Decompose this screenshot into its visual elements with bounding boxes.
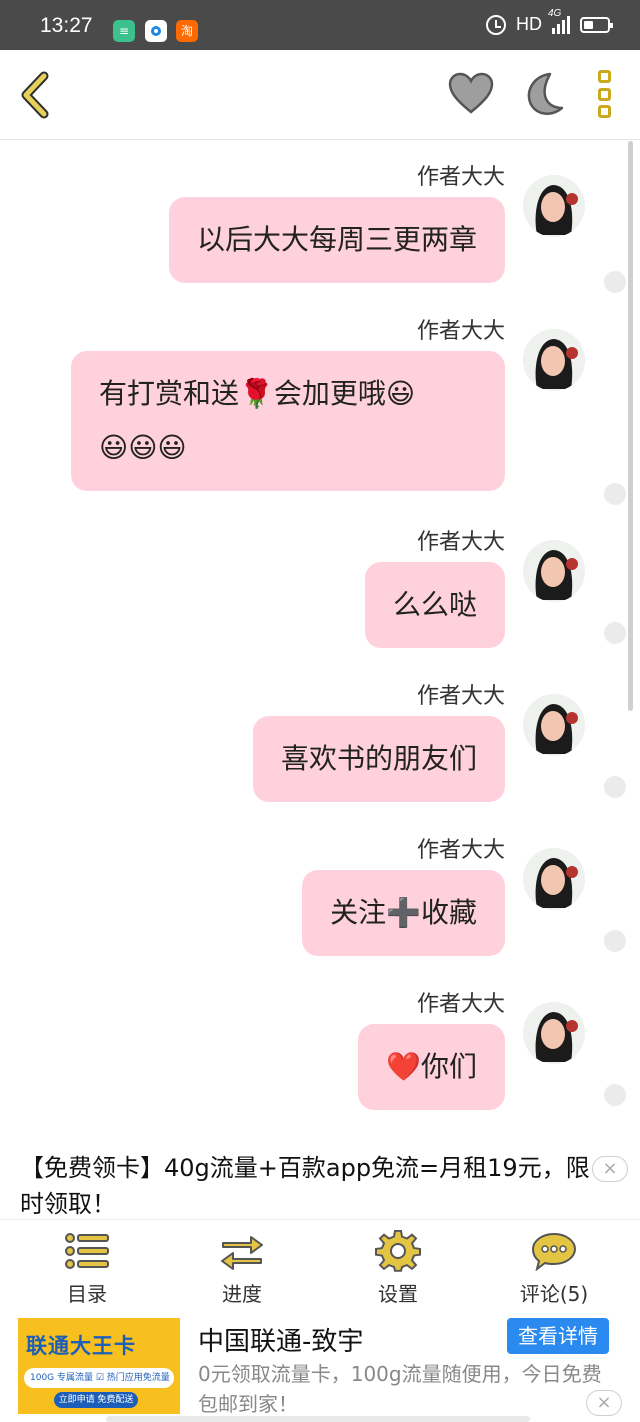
message-bubble[interactable]: 关注➕收藏 bbox=[302, 870, 505, 956]
bottom-ad-close-button[interactable]: × bbox=[586, 1390, 622, 1416]
ad-close-button[interactable]: × bbox=[592, 1156, 628, 1182]
message-bubble[interactable]: 喜欢书的朋友们 bbox=[252, 716, 505, 802]
app-notification-icon: ≡ bbox=[113, 20, 135, 42]
reader-top-nav bbox=[0, 50, 640, 140]
message-author: 作者大大 bbox=[416, 992, 505, 1017]
signal-icon: 4G bbox=[548, 8, 570, 34]
catalog-icon bbox=[65, 1233, 109, 1269]
read-status-dot bbox=[604, 271, 626, 293]
alarm-icon bbox=[486, 14, 506, 35]
progress-icon bbox=[221, 1236, 263, 1270]
settings-icon bbox=[375, 1229, 421, 1272]
home-indicator bbox=[106, 1416, 530, 1422]
toolbar-comment-label: 评论(5) bbox=[519, 1282, 589, 1306]
read-status-dot bbox=[604, 483, 626, 505]
message-author: 作者大大 bbox=[416, 530, 505, 555]
ad-image-title: 联通大王卡 bbox=[26, 1334, 136, 1358]
author-avatar[interactable] bbox=[523, 540, 585, 602]
browser-notification-icon bbox=[145, 20, 167, 42]
scrollbar[interactable] bbox=[628, 141, 633, 711]
ad-banner-text[interactable]: 【免费领卡】40g流量+百款app免流=月租19元，限时领取！ bbox=[20, 1150, 600, 1222]
ad-image-button: 立即申请 免费配送 bbox=[54, 1392, 138, 1408]
toolbar-progress-label: 进度 bbox=[222, 1282, 262, 1306]
message-bubble[interactable]: 有打赏和送🌹会加更哦😃 😃😃😃 bbox=[71, 351, 505, 491]
message-bubble[interactable]: ❤️你们 bbox=[358, 1024, 505, 1110]
chat-messages[interactable]: 作者大大 以后大大每周三更两章 作者大大 有打赏和送🌹会加更哦😃 😃😃😃 作者大… bbox=[0, 141, 640, 1131]
ad-title: 中国联通-致宇 bbox=[198, 1327, 364, 1357]
toolbar-comment-button[interactable]: 评论(5) bbox=[494, 1228, 614, 1307]
more-dot bbox=[597, 105, 611, 118]
toolbar-progress-button[interactable]: 进度 bbox=[182, 1228, 302, 1307]
author-avatar[interactable] bbox=[523, 1002, 585, 1064]
author-avatar[interactable] bbox=[523, 329, 585, 391]
status-time: 13:27 bbox=[40, 14, 93, 37]
bottom-ad[interactable]: 联通大王卡 100G 专属流量 ☑ 热门应用免流量 立即申请 免费配送 中国联通… bbox=[0, 1313, 640, 1422]
more-dot bbox=[597, 70, 611, 83]
status-bar: 13:27 ≡ 淘 HD 4G bbox=[0, 0, 640, 50]
toolbar-catalog-button[interactable]: 目录 bbox=[27, 1228, 147, 1307]
ad-view-details-button[interactable]: 查看详情 bbox=[507, 1318, 609, 1354]
toolbar-catalog-label: 目录 bbox=[67, 1282, 107, 1306]
message-author: 作者大大 bbox=[416, 838, 505, 863]
read-status-dot bbox=[604, 930, 626, 952]
signal-label: 4G bbox=[548, 7, 562, 19]
read-status-dot bbox=[604, 1084, 626, 1106]
network-label: HD bbox=[516, 14, 542, 34]
author-avatar[interactable] bbox=[523, 848, 585, 910]
message-bubble[interactable]: 么么哒 bbox=[364, 562, 505, 648]
moon-icon[interactable] bbox=[520, 70, 566, 118]
message-text: 😃😃😃 bbox=[99, 431, 187, 464]
status-indicators: HD 4G bbox=[486, 8, 613, 35]
toolbar-settings-button[interactable]: 设置 bbox=[338, 1228, 458, 1307]
message-author: 作者大大 bbox=[416, 165, 505, 190]
message-text: 有打赏和送🌹会加更哦😃 bbox=[99, 377, 416, 410]
author-avatar[interactable] bbox=[523, 175, 585, 237]
reader-toolbar: 目录 进度 设置 评论(5) bbox=[0, 1219, 640, 1313]
ad-image[interactable]: 联通大王卡 100G 专属流量 ☑ 热门应用免流量 立即申请 免费配送 bbox=[18, 1318, 180, 1414]
message-bubble[interactable]: 以后大大每周三更两章 bbox=[168, 197, 505, 283]
back-icon[interactable] bbox=[16, 70, 56, 120]
comment-icon bbox=[531, 1232, 577, 1271]
toolbar-settings-label: 设置 bbox=[378, 1282, 418, 1306]
message-author: 作者大大 bbox=[416, 319, 505, 344]
author-avatar[interactable] bbox=[523, 694, 585, 756]
more-icon[interactable] bbox=[594, 70, 614, 118]
ad-description: 0元领取流量卡，100g流量随便用，今日免费包邮到家！ bbox=[198, 1362, 602, 1416]
taobao-notification-icon: 淘 bbox=[176, 20, 198, 42]
read-status-dot bbox=[604, 622, 626, 644]
more-dot bbox=[597, 87, 611, 101]
message-author: 作者大大 bbox=[416, 684, 505, 709]
read-status-dot bbox=[604, 776, 626, 798]
heart-icon[interactable] bbox=[448, 72, 494, 116]
battery-icon bbox=[580, 16, 613, 33]
ad-image-band: 100G 专属流量 ☑ 热门应用免流量 bbox=[24, 1368, 174, 1388]
